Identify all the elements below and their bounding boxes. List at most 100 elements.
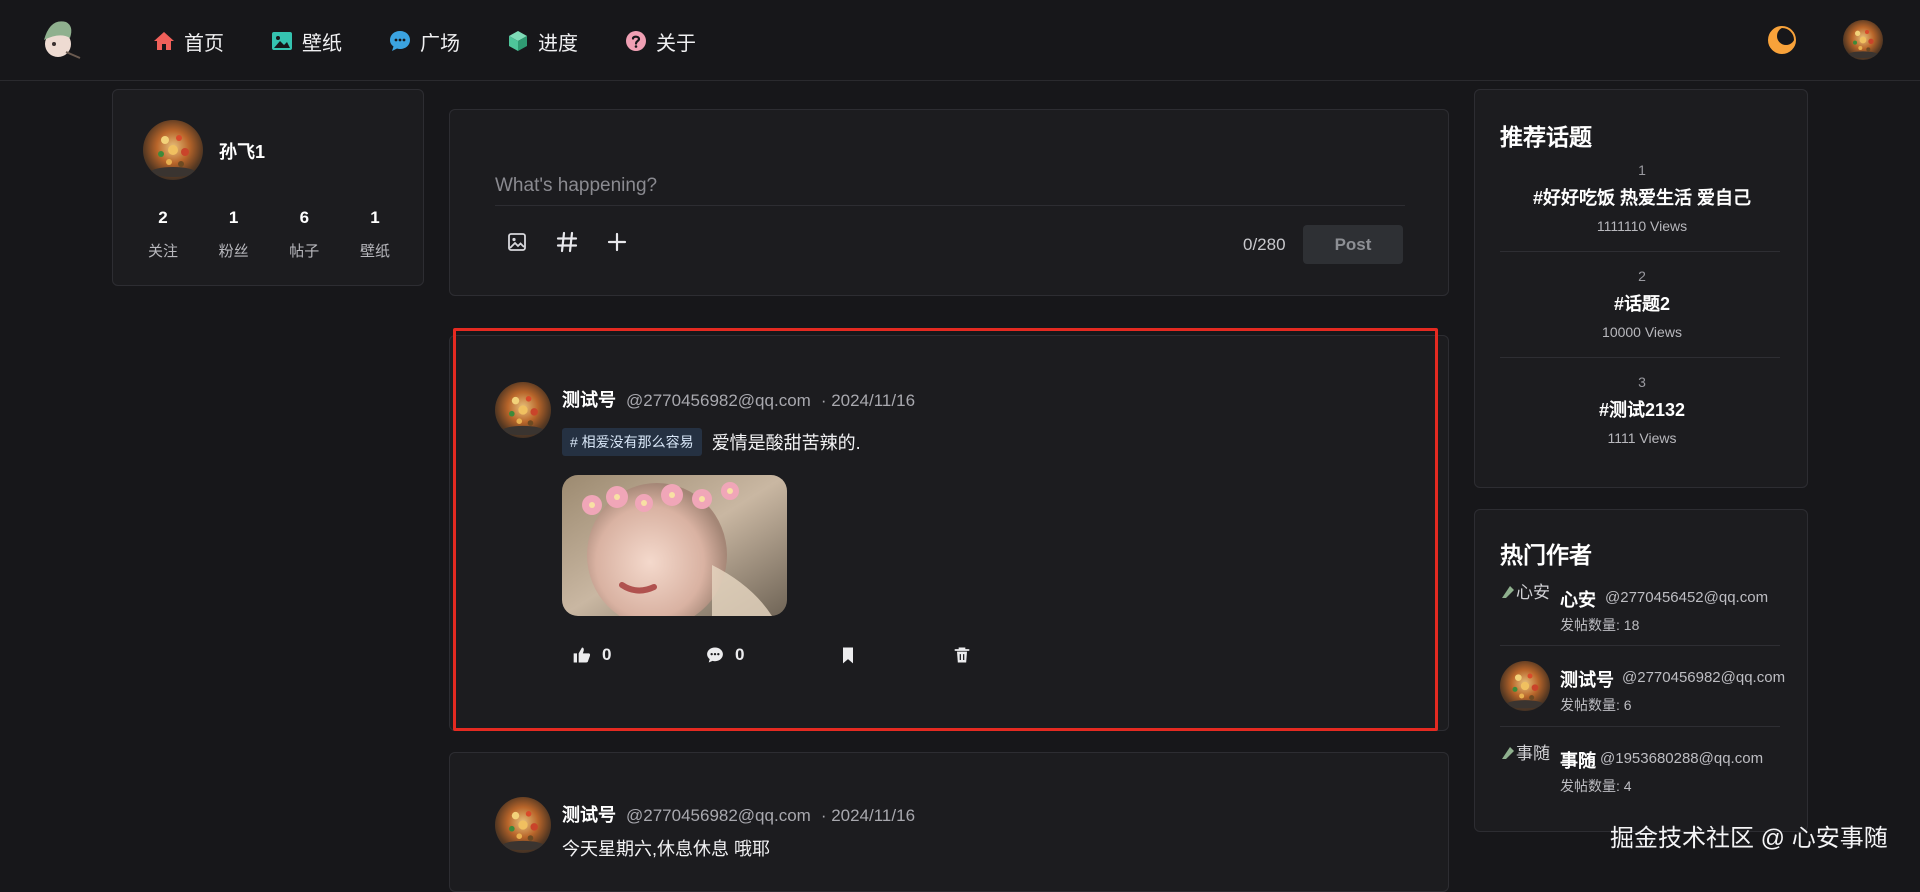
avatar[interactable]	[495, 382, 551, 438]
stat-label: 帖子	[289, 243, 320, 260]
stat-followers[interactable]: 1 粉丝	[204, 208, 264, 261]
question-icon	[626, 31, 646, 51]
nav-label: 关于	[656, 32, 696, 55]
post-header: 测试号 @2770456982@qq.com · 2024/11/16	[562, 386, 915, 412]
bookmark-button[interactable]	[838, 645, 952, 665]
stat-value: 6	[299, 208, 310, 227]
char-counter: 0/280	[1243, 235, 1286, 254]
theme-toggle-button[interactable]	[1767, 25, 1797, 55]
post-author[interactable]: 测试号	[562, 386, 616, 412]
avatar: 事随	[1500, 742, 1550, 792]
image-icon	[272, 32, 292, 50]
divider	[1500, 357, 1780, 358]
post-body: # 相爱没有那么容易 爱情是酸甜苦辣的.	[562, 428, 861, 456]
nav-label: 广场	[420, 32, 460, 55]
post-text: 今天星期六,休息休息 哦耶	[562, 839, 771, 859]
post-date: · 2024/11/16	[820, 806, 916, 825]
author-name: 测试号	[1560, 670, 1614, 690]
stat-value: 2	[158, 208, 168, 227]
top-nav-bar: 首页 壁纸 广场 进度 关于	[0, 0, 1920, 81]
post-handle: @2770456982@qq.com	[626, 391, 811, 410]
divider	[1500, 251, 1780, 252]
chat-icon	[390, 31, 410, 51]
topic-name: #好好吃饭 热爱生活 爱自己	[1532, 188, 1751, 208]
post-card[interactable]: 测试号 @2770456982@qq.com · 2024/11/16 # 相爱…	[449, 335, 1449, 731]
avatar: 心安	[1500, 581, 1550, 631]
author-item[interactable]: 事随 事随 @1953680288@qq.com 发帖数量: 4	[1500, 742, 1790, 802]
post-body: 今天星期六,休息休息 哦耶	[562, 835, 770, 861]
topic-rank: 1	[1638, 162, 1646, 178]
author-post-count: 发帖数量: 6	[1560, 697, 1632, 713]
avatar[interactable]	[143, 120, 203, 180]
author-email: @2770456452@qq.com	[1605, 589, 1769, 606]
nav-item-wallpaper[interactable]: 壁纸	[270, 22, 342, 60]
profile-card: 孙飞1 2 关注 1 粉丝 6 帖子 1 壁纸	[112, 89, 424, 286]
stat-value: 1	[228, 208, 239, 227]
broken-image-icon	[1502, 586, 1514, 598]
topic-views: 1111110 Views	[1596, 218, 1688, 234]
bookmark-icon	[843, 647, 853, 664]
profile-stats: 2 关注 1 粉丝 6 帖子 1 壁纸	[133, 208, 405, 261]
post-header: 测试号 @2770456982@qq.com · 2024/11/16	[562, 801, 915, 827]
plus-icon[interactable]	[605, 230, 629, 254]
like-button[interactable]: 0	[572, 645, 705, 665]
stat-following[interactable]: 2 关注	[133, 208, 193, 261]
topic-name: #测试2132	[1598, 400, 1686, 420]
comment-button[interactable]: 0	[705, 645, 838, 665]
delete-button[interactable]	[952, 645, 972, 665]
stat-label: 壁纸	[359, 243, 390, 260]
author-item[interactable]: 心安 心安 @2770456452@qq.com 发帖数量: 18	[1500, 581, 1790, 641]
hashtag-icon[interactable]	[555, 230, 579, 254]
recommended-topics-card: 推荐话题 1 #好好吃饭 热爱生活 爱自己 1111110 Views 2 #话…	[1474, 89, 1808, 488]
nav-item-progress[interactable]: 进度	[506, 22, 578, 60]
stat-value: 1	[370, 208, 380, 227]
author-email: @2770456982@qq.com	[1622, 669, 1786, 686]
post-image[interactable]	[562, 475, 787, 616]
topic-item[interactable]: 1 #好好吃饭 热爱生活 爱自己 1111110 Views	[1500, 162, 1784, 234]
post-handle: @2770456982@qq.com	[626, 806, 811, 825]
topic-tag[interactable]: # 相爱没有那么容易	[562, 428, 702, 456]
nav-item-home[interactable]: 首页	[152, 22, 224, 60]
avatar	[1500, 661, 1550, 711]
avatar[interactable]	[495, 797, 551, 853]
cube-icon	[509, 31, 527, 51]
author-name: 事随	[1560, 751, 1596, 771]
post-button[interactable]: Post	[1303, 225, 1403, 264]
composer-input[interactable]	[495, 166, 1405, 206]
topic-item[interactable]: 2 #话题2 10000 Views	[1500, 268, 1784, 340]
post-composer: 0/280 Post	[449, 109, 1449, 296]
stat-wallpapers[interactable]: 1 壁纸	[345, 208, 405, 261]
topic-views: 10000 Views	[1602, 324, 1682, 340]
post-text: 爱情是酸甜苦辣的.	[711, 433, 861, 453]
comment-icon	[707, 647, 723, 663]
site-logo[interactable]	[36, 14, 90, 64]
user-avatar[interactable]	[1843, 20, 1883, 60]
nav-label: 进度	[538, 32, 578, 55]
nav-item-about[interactable]: 关于	[624, 22, 696, 60]
topics-title: 推荐话题	[1500, 124, 1592, 150]
avatar-alt: 事随	[1516, 744, 1550, 763]
nav-label: 首页	[184, 32, 224, 55]
like-count: 0	[602, 645, 612, 664]
post-card[interactable]: 测试号 @2770456982@qq.com · 2024/11/16 今天星期…	[449, 752, 1449, 892]
topic-item[interactable]: 3 #测试2132 1111 Views	[1500, 374, 1784, 446]
topic-views: 1111 Views	[1607, 430, 1677, 446]
image-upload-icon[interactable]	[505, 230, 529, 254]
nav-label: 壁纸	[302, 32, 342, 55]
nav-item-square[interactable]: 广场	[388, 22, 460, 60]
moon-icon	[1768, 26, 1796, 54]
author-name: 心安	[1560, 590, 1596, 610]
stat-label: 粉丝	[218, 243, 249, 260]
post-author[interactable]: 测试号	[562, 801, 616, 827]
topic-rank: 3	[1638, 374, 1646, 390]
topic-name: #话题2	[1613, 294, 1671, 314]
profile-name[interactable]: 孙飞1	[219, 138, 265, 164]
divider	[1500, 645, 1780, 646]
topic-rank: 2	[1638, 268, 1646, 284]
authors-title: 热门作者	[1500, 542, 1592, 568]
stat-posts[interactable]: 6 帖子	[274, 208, 334, 261]
author-email: @1953680288@qq.com	[1600, 750, 1764, 767]
watermark: 掘金技术社区 @ 心安事随	[1610, 825, 1888, 852]
author-item[interactable]: 测试号 @2770456982@qq.com 发帖数量: 6	[1500, 661, 1790, 721]
thumbs-up-icon	[573, 647, 591, 663]
